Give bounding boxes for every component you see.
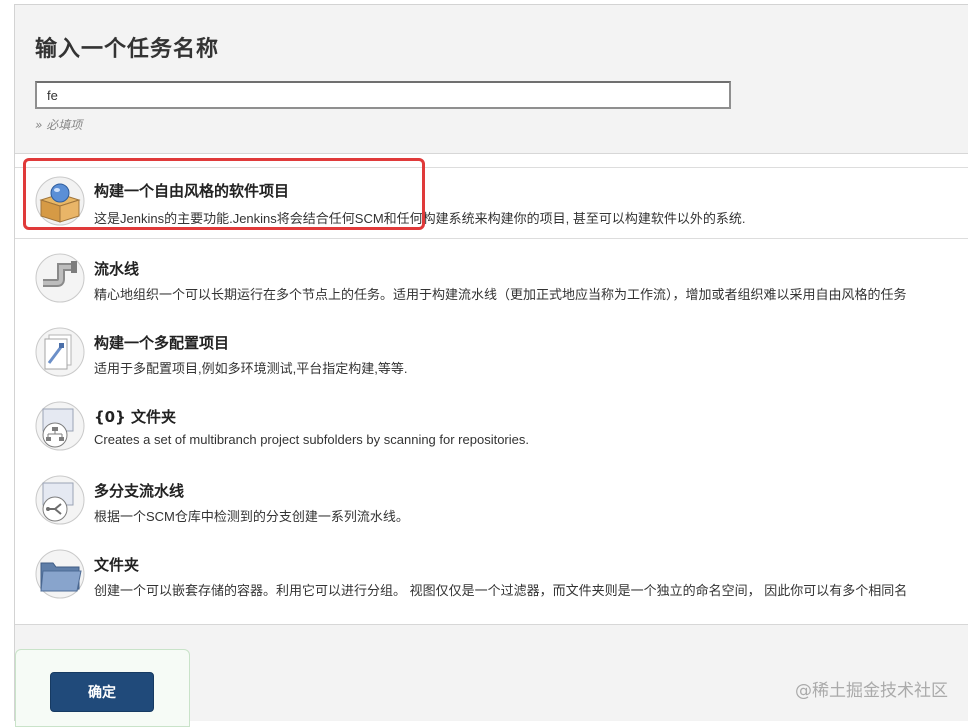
multibranch-pipeline-icon	[35, 475, 85, 525]
item-type-organization-folder[interactable]: {0} 文件夹 Creates a set of multibranch pro…	[15, 390, 968, 462]
new-item-page: 输入一个任务名称 » 必填项 构建一个自由风格的软件项目 这是Jenkins的主…	[14, 4, 968, 727]
pipeline-icon	[35, 253, 85, 303]
item-title: 构建一个多配置项目	[94, 334, 230, 352]
ok-button[interactable]: 确定	[50, 672, 154, 712]
page-title: 输入一个任务名称	[35, 37, 220, 62]
item-type-multibranch-pipeline[interactable]: 多分支流水线 根据一个SCM仓库中检测到的分支创建一系列流水线。	[15, 464, 968, 536]
item-title: 文件夹	[94, 556, 140, 574]
item-name-section: 输入一个任务名称 » 必填项	[15, 5, 968, 153]
item-type-folder[interactable]: 文件夹 创建一个可以嵌套存储的容器。利用它可以进行分组。 视图仅仅是一个过滤器，…	[15, 538, 968, 610]
item-type-list: 构建一个自由风格的软件项目 这是Jenkins的主要功能.Jenkins将会结合…	[15, 153, 968, 625]
item-description: 精心地组织一个可以长期运行在多个节点上的任务。适用于构建流水线（更加正式地应当称…	[94, 287, 907, 302]
required-hint: » 必填项	[35, 118, 83, 132]
item-type-freestyle[interactable]: 构建一个自由风格的软件项目 这是Jenkins的主要功能.Jenkins将会结合…	[15, 154, 968, 240]
item-description: 根据一个SCM仓库中检测到的分支创建一系列流水线。	[94, 509, 409, 524]
watermark: @稀土掘金技术社区	[795, 681, 948, 701]
item-type-multi-config[interactable]: 构建一个多配置项目 适用于多配置项目,例如多环境测试,平台指定构建,等等.	[15, 316, 968, 388]
organization-folder-icon	[35, 401, 85, 451]
selection-highlight	[23, 158, 425, 230]
item-type-pipeline[interactable]: 流水线 精心地组织一个可以长期运行在多个节点上的任务。适用于构建流水线（更加正式…	[15, 242, 968, 314]
item-description: 创建一个可以嵌套存储的容器。利用它可以进行分组。 视图仅仅是一个过滤器，而文件夹…	[94, 583, 908, 598]
folder-icon	[35, 549, 85, 599]
footer-bar: 确定	[15, 649, 190, 727]
item-title: 流水线	[94, 260, 140, 278]
item-title: {0} 文件夹	[94, 408, 177, 426]
item-description: Creates a set of multibranch project sub…	[94, 432, 529, 447]
multi-config-project-icon	[35, 327, 85, 377]
item-name-input[interactable]	[35, 81, 731, 109]
item-description: 适用于多配置项目,例如多环境测试,平台指定构建,等等.	[94, 361, 408, 376]
item-title: 多分支流水线	[94, 482, 185, 500]
